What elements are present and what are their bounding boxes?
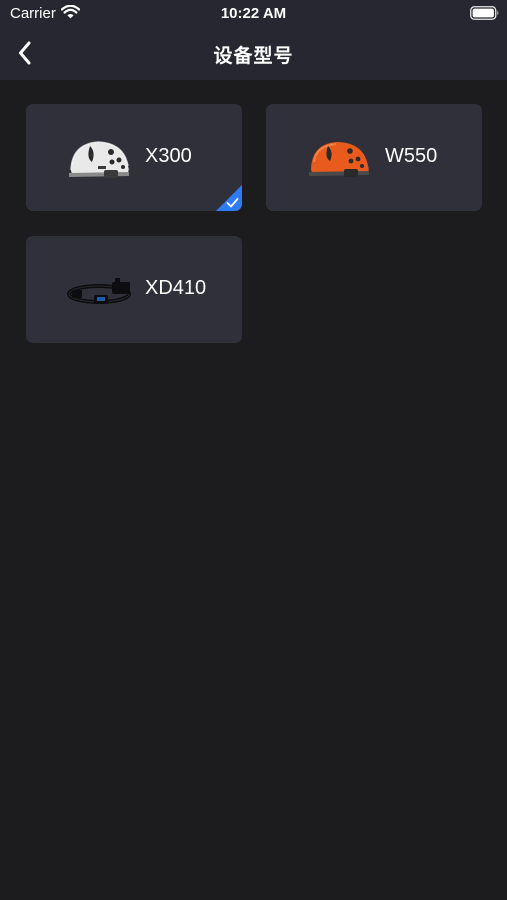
device-card-xd410[interactable]: XD410	[26, 236, 242, 343]
device-label: X300	[145, 145, 192, 167]
nav-bar: 设备型号	[0, 28, 507, 80]
device-label: W550	[385, 145, 438, 167]
device-card-w550[interactable]: W550	[266, 104, 482, 211]
head-camera-icon	[67, 278, 131, 304]
battery-icon	[470, 6, 499, 20]
page-title: 设备型号	[213, 46, 294, 67]
orange-helmet-icon	[309, 142, 369, 177]
device-card-x300[interactable]: X300	[26, 104, 242, 211]
white-helmet-icon	[69, 141, 129, 178]
selected-check-icon	[216, 185, 242, 211]
status-bar: Carrier 10:22 AM	[0, 0, 507, 28]
status-time: 10:22 AM	[220, 5, 287, 22]
header: Carrier 10:22 AM 设备型号	[0, 0, 507, 80]
device-label: XD410	[145, 277, 207, 299]
